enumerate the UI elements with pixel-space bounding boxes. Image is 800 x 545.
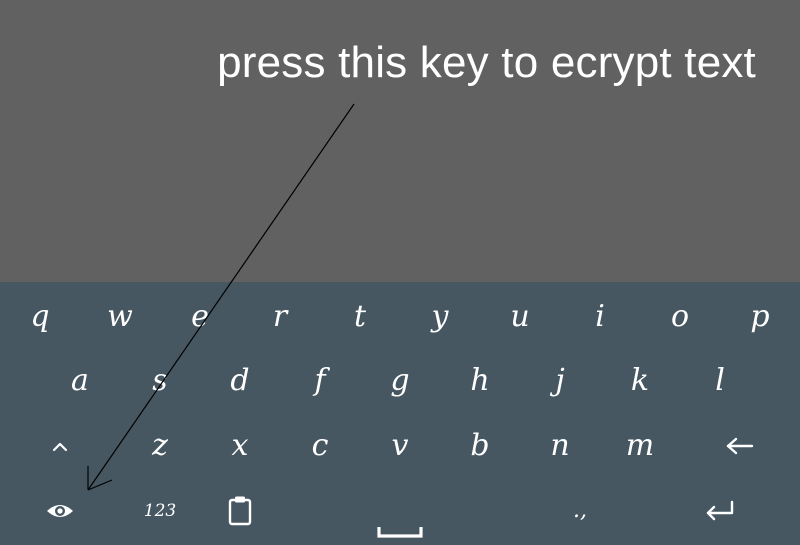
keyboard-row-3: z x c v b n m	[0, 416, 800, 476]
key-u[interactable]: u	[480, 287, 560, 347]
key-i[interactable]: i	[560, 287, 640, 347]
caret-up-icon	[52, 442, 68, 452]
annotation-text: press this key to ecrypt text	[217, 38, 756, 87]
keyboard-row-1: q w e r t y u i o p	[0, 287, 800, 347]
key-j[interactable]: j	[520, 351, 600, 411]
keyboard-row-2: a s d f g h j k l	[0, 351, 800, 411]
left-arrow-icon	[726, 437, 754, 455]
enter-key[interactable]	[680, 481, 760, 541]
key-f[interactable]: f	[280, 351, 360, 411]
key-s[interactable]: s	[120, 351, 200, 411]
numbers-key[interactable]: 123	[120, 481, 200, 541]
spacebar-key[interactable]	[330, 481, 470, 541]
spacebar-icon	[377, 527, 423, 538]
clipboard-key[interactable]	[200, 481, 280, 541]
key-x[interactable]: x	[200, 416, 280, 476]
key-a[interactable]: a	[40, 351, 120, 411]
key-e[interactable]: e	[160, 287, 240, 347]
annotation-area: press this key to ecrypt text	[0, 0, 800, 282]
encrypt-key[interactable]	[20, 481, 100, 541]
key-k[interactable]: k	[600, 351, 680, 411]
key-l[interactable]: l	[680, 351, 760, 411]
key-b[interactable]: b	[440, 416, 520, 476]
key-r[interactable]: r	[240, 287, 320, 347]
key-z[interactable]: z	[120, 416, 200, 476]
key-t[interactable]: t	[320, 287, 400, 347]
punctuation-key[interactable]: .,	[540, 481, 620, 541]
keyboard: q w e r t y u i o p a s d f g h j k l z …	[0, 282, 800, 545]
enter-return-icon	[706, 500, 734, 521]
key-m[interactable]: m	[600, 416, 680, 476]
key-d[interactable]: d	[200, 351, 280, 411]
key-y[interactable]: y	[400, 287, 480, 347]
key-g[interactable]: g	[360, 351, 440, 411]
key-o[interactable]: o	[640, 287, 720, 347]
eye-icon	[47, 505, 73, 517]
key-c[interactable]: c	[280, 416, 360, 476]
key-n[interactable]: n	[520, 416, 600, 476]
key-p[interactable]: p	[720, 287, 800, 347]
key-h[interactable]: h	[440, 351, 520, 411]
key-w[interactable]: w	[80, 287, 160, 347]
key-q[interactable]: q	[0, 287, 80, 347]
key-v[interactable]: v	[360, 416, 440, 476]
keyboard-row-4: 123 .,	[0, 481, 800, 541]
shift-key[interactable]	[20, 416, 100, 476]
clipboard-icon	[228, 496, 252, 526]
backspace-key[interactable]	[700, 416, 780, 476]
